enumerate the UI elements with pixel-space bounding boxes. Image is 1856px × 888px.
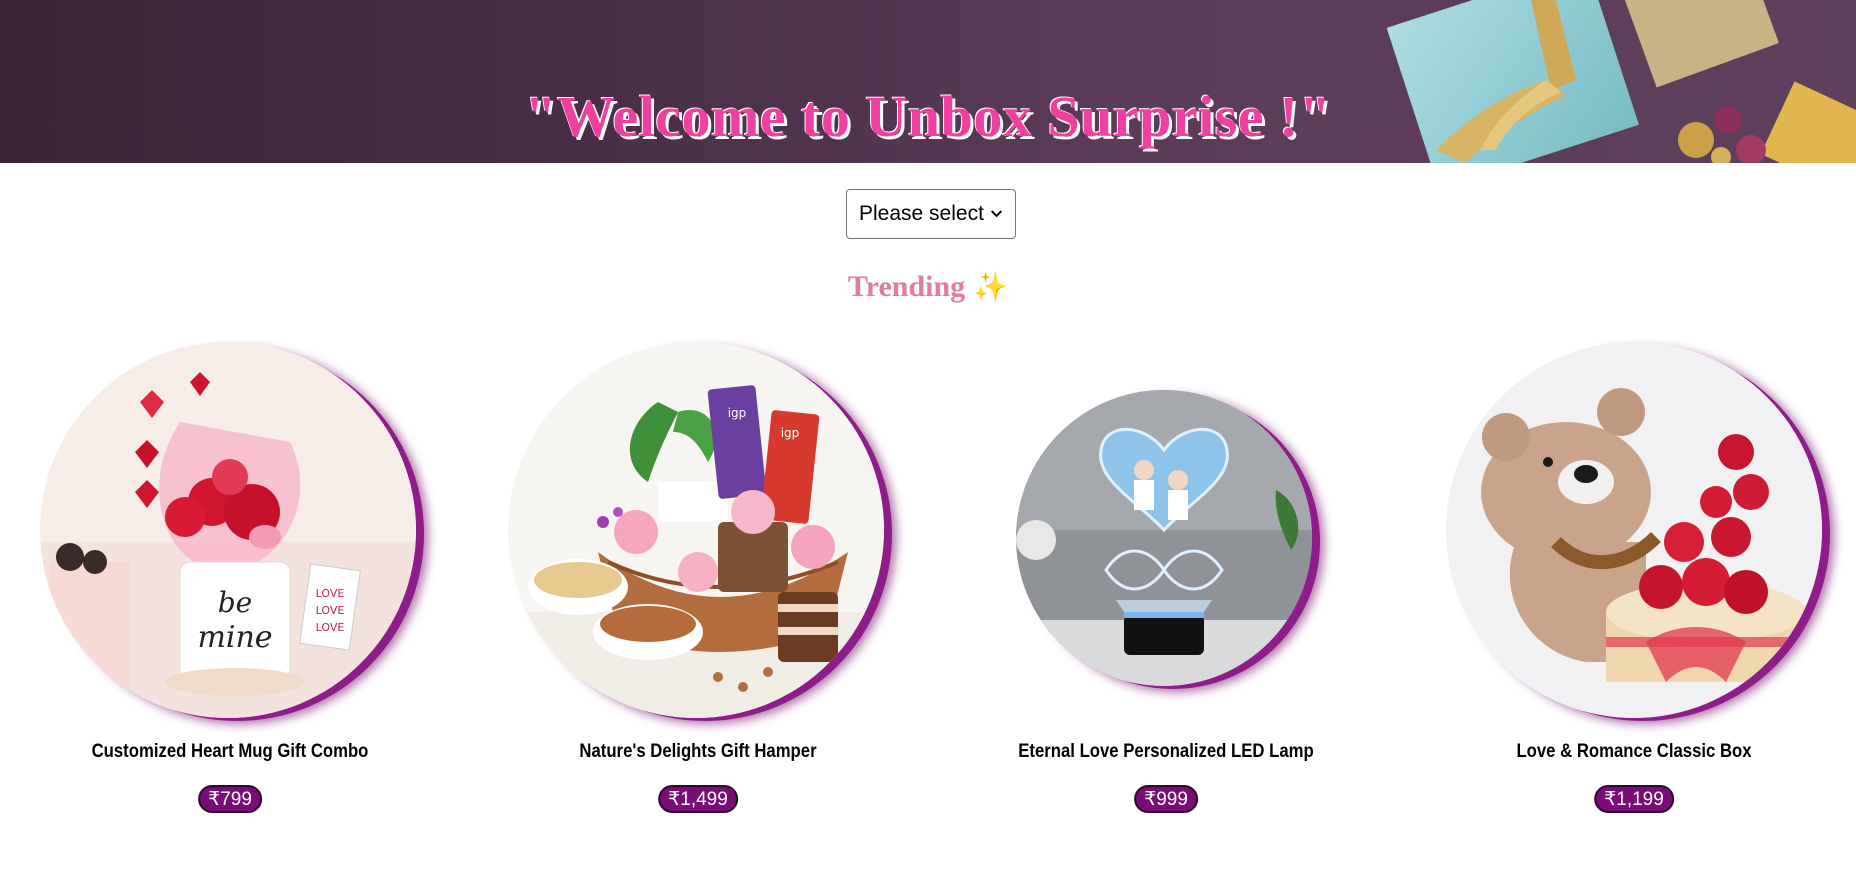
gift-hamper-image: igp igp (508, 342, 884, 718)
svg-text:LOVE: LOVE (316, 587, 345, 600)
svg-text:LOVE: LOVE (316, 604, 345, 617)
product-card[interactable]: Love & Romance Classic Box ₹1,199 (1424, 340, 1844, 820)
category-select-value: Please select (859, 202, 984, 225)
page-title: "Welcome to Unbox Surprise !" (524, 83, 1332, 149)
hero-banner: "Welcome to Unbox Surprise !" (0, 0, 1856, 163)
trending-label: Trending (847, 270, 966, 303)
product-card[interactable]: be mine LOVE LOVE LOVE Customized Heart … (20, 340, 440, 820)
product-image[interactable] (1016, 390, 1312, 686)
product-name[interactable]: Love & Romance Classic Box (1449, 741, 1819, 763)
product-image[interactable]: be mine LOVE LOVE LOVE (40, 342, 416, 718)
svg-text:igp: igp (781, 426, 800, 440)
product-name[interactable]: Eternal Love Personalized LED Lamp (981, 741, 1351, 763)
product-name[interactable]: Nature's Delights Gift Hamper (513, 741, 883, 763)
teddy-roses-image (1446, 342, 1822, 718)
svg-text:LOVE: LOVE (316, 621, 345, 634)
svg-text:igp: igp (728, 406, 747, 420)
product-image[interactable]: igp igp (508, 342, 884, 718)
product-card[interactable]: Eternal Love Personalized LED Lamp ₹999 (956, 340, 1376, 820)
category-select-wrapper: Please select (846, 189, 1016, 239)
price-badge: ₹799 (198, 785, 262, 813)
product-card[interactable]: igp igp Nature's Delights Gift Hamper ₹1… (488, 340, 908, 820)
product-image[interactable] (1446, 342, 1822, 718)
chevron-down-icon (990, 210, 1002, 218)
trending-heading: Trending ✨ (0, 270, 1856, 304)
product-name[interactable]: Customized Heart Mug Gift Combo (45, 741, 415, 763)
svg-text:be: be (218, 586, 253, 619)
svg-text:mine: mine (197, 620, 272, 655)
sparkles-icon: ✨ (973, 272, 1009, 303)
category-select[interactable]: Please select (846, 189, 1016, 239)
mug-flowers-image: be mine LOVE LOVE LOVE (40, 342, 416, 718)
led-lamp-image (1016, 390, 1312, 686)
price-badge: ₹1,499 (658, 785, 738, 813)
price-badge: ₹999 (1134, 785, 1198, 813)
price-badge: ₹1,199 (1594, 785, 1674, 813)
